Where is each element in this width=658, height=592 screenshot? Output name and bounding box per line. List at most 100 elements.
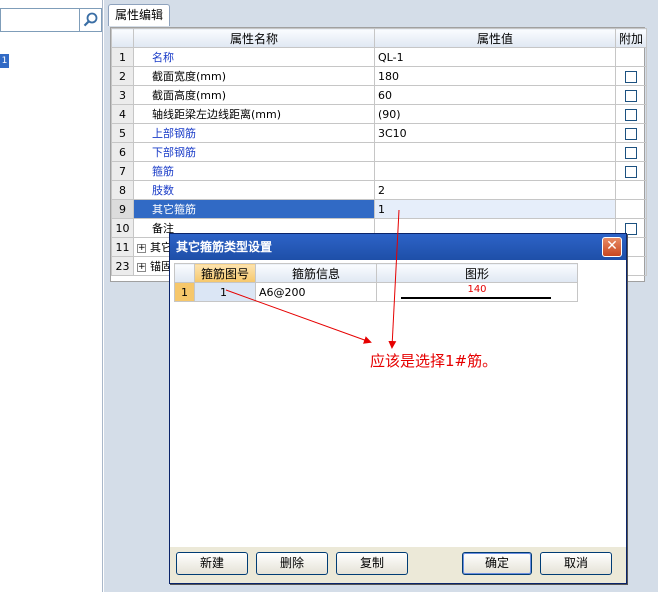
table-row[interactable]: 3 截面高度(mm) 60 <box>111 85 647 105</box>
property-name-label: 截面宽度(mm) <box>152 70 227 83</box>
extra-checkbox[interactable] <box>625 89 637 102</box>
property-name-cell[interactable]: 截面高度(mm) <box>133 85 375 105</box>
extra-cell <box>615 161 647 181</box>
search-icon <box>83 12 98 27</box>
stirrup-shape-line <box>401 297 551 299</box>
property-name-cell[interactable]: 肢数 <box>133 180 375 200</box>
expand-icon[interactable]: + <box>137 262 146 272</box>
property-name-cell[interactable]: 截面宽度(mm) <box>133 66 375 86</box>
property-name-label: 名称 <box>152 51 174 64</box>
extra-checkbox[interactable] <box>625 146 637 159</box>
property-name-cell[interactable]: 轴线距梁左边线距离(mm) <box>133 104 375 124</box>
property-name-label: 其它箍筋 <box>152 203 196 216</box>
ok-button[interactable]: 确定 <box>462 552 532 575</box>
stirrup-rownum: 1 <box>174 282 195 302</box>
left-panel: 1 <box>0 0 103 592</box>
expand-icon[interactable]: + <box>137 243 146 253</box>
row-number: 9 <box>111 199 134 219</box>
table-row[interactable]: 9 其它箍筋 1 <box>111 199 647 219</box>
stirrup-grid: 箍筋图号 箍筋信息 图形 1 1 A6@200 140 <box>174 263 578 307</box>
extra-checkbox[interactable] <box>625 127 637 140</box>
table-row[interactable]: 5 上部钢筋 3C10 <box>111 123 647 143</box>
property-value-cell[interactable]: 180 <box>374 66 616 86</box>
property-name-label: 轴线距梁左边线距离(mm) <box>152 108 282 121</box>
annotation-text: 应该是选择1#筋。 <box>370 352 498 370</box>
tab-property-edit[interactable]: 属性编辑 <box>108 4 170 26</box>
row-number: 6 <box>111 142 134 162</box>
property-name-cell[interactable]: 箍筋 <box>133 161 375 181</box>
table-row[interactable]: 4 轴线距梁左边线距离(mm) (90) <box>111 104 647 124</box>
extra-cell <box>615 142 647 162</box>
stirrup-row[interactable]: 1 1 A6@200 140 <box>174 282 578 302</box>
row-number: 3 <box>111 85 134 105</box>
table-row[interactable]: 1 名称 QL-1 <box>111 47 647 67</box>
header-extra[interactable]: 附加 <box>615 28 647 48</box>
table-row[interactable]: 6 下部钢筋 <box>111 142 647 162</box>
extra-cell <box>615 180 647 200</box>
stirrup-number-cell[interactable]: 1 <box>194 282 256 302</box>
property-value-cell[interactable]: QL-1 <box>374 47 616 67</box>
table-row[interactable]: 2 截面宽度(mm) 180 <box>111 66 647 86</box>
property-name-label: 肢数 <box>152 184 174 197</box>
new-button[interactable]: 新建 <box>176 552 248 575</box>
stirrup-shape-cell[interactable]: 140 <box>376 282 578 302</box>
stirrup-header-rownum <box>174 263 195 283</box>
stirrup-header-info[interactable]: 箍筋信息 <box>255 263 377 283</box>
property-name-label: 上部钢筋 <box>152 127 196 140</box>
extra-cell <box>615 66 647 86</box>
stirrup-info-cell[interactable]: A6@200 <box>255 282 377 302</box>
property-name-cell[interactable]: 下部钢筋 <box>133 142 375 162</box>
extra-cell <box>615 104 647 124</box>
property-value-cell[interactable] <box>374 142 616 162</box>
cancel-button[interactable]: 取消 <box>540 552 612 575</box>
property-value-cell[interactable]: 2 <box>374 180 616 200</box>
property-name-label: 截面高度(mm) <box>152 89 227 102</box>
extra-checkbox[interactable] <box>625 165 637 178</box>
row-number: 11 <box>111 237 134 257</box>
table-row[interactable]: 7 箍筋 <box>111 161 647 181</box>
stirrup-shape-value: 140 <box>467 284 487 295</box>
header-property-value[interactable]: 属性值 <box>374 28 616 48</box>
header-rownum <box>111 28 134 48</box>
stirrup-table: 箍筋图号 箍筋信息 图形 1 1 A6@200 140 <box>174 263 578 302</box>
row-number: 2 <box>111 66 134 86</box>
extra-cell <box>615 47 647 67</box>
table-row[interactable]: 8 肢数 2 <box>111 180 647 200</box>
stirrup-header-shape[interactable]: 图形 <box>376 263 578 283</box>
stirrup-header-row: 箍筋图号 箍筋信息 图形 <box>174 263 578 283</box>
row-number: 10 <box>111 218 134 238</box>
row-number: 4 <box>111 104 134 124</box>
delete-button[interactable]: 删除 <box>256 552 328 575</box>
table-header-row: 属性名称 属性值 附加 <box>111 28 647 48</box>
row-number: 23 <box>111 256 134 276</box>
row-number: 8 <box>111 180 134 200</box>
extra-cell <box>615 123 647 143</box>
dialog-title[interactable]: 其它箍筋类型设置 <box>170 234 626 260</box>
dialog-button-bar: 新建 删除 复制 确定 取消 <box>170 547 626 583</box>
property-name-cell[interactable]: 名称 <box>133 47 375 67</box>
extra-cell <box>615 85 647 105</box>
close-icon[interactable]: ✕ <box>602 237 622 257</box>
property-name-label: 下部钢筋 <box>152 146 196 159</box>
property-value-cell[interactable] <box>374 161 616 181</box>
row-number: 7 <box>111 161 134 181</box>
search-button[interactable] <box>80 8 102 32</box>
property-name-label: 箍筋 <box>152 165 174 178</box>
property-value-cell[interactable]: 3C10 <box>374 123 616 143</box>
tree-node-selected[interactable]: 1 <box>0 54 9 68</box>
row-number: 1 <box>111 47 134 67</box>
extra-checkbox[interactable] <box>625 108 637 121</box>
property-name-cell[interactable]: 其它箍筋 <box>133 199 375 219</box>
extra-cell <box>615 199 647 219</box>
copy-button[interactable]: 复制 <box>336 552 408 575</box>
stirrup-settings-dialog: 其它箍筋类型设置 ✕ 箍筋图号 箍筋信息 图形 1 1 A6@200 140 新… <box>169 233 627 584</box>
property-value-cell[interactable]: (90) <box>374 104 616 124</box>
property-name-cell[interactable]: 上部钢筋 <box>133 123 375 143</box>
property-value-cell[interactable]: 60 <box>374 85 616 105</box>
search-input[interactable] <box>0 8 80 32</box>
row-number: 5 <box>111 123 134 143</box>
header-property-name[interactable]: 属性名称 <box>133 28 375 48</box>
extra-checkbox[interactable] <box>625 70 637 83</box>
property-value-cell[interactable]: 1 <box>374 199 616 219</box>
stirrup-header-number[interactable]: 箍筋图号 <box>194 263 256 283</box>
